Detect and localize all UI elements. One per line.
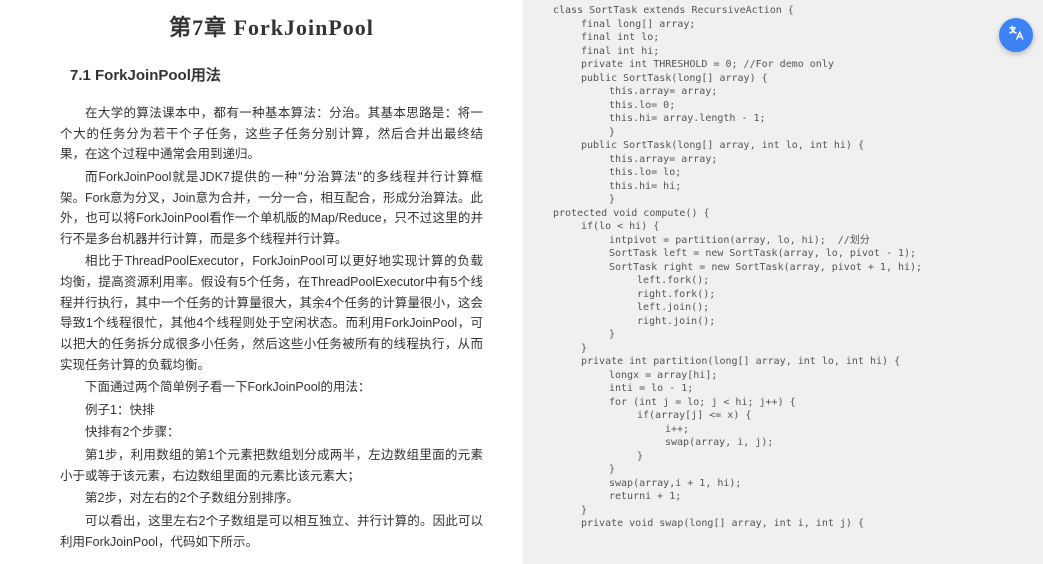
code-line: } — [553, 450, 1035, 464]
code-line: longx = array[hi]; — [553, 369, 1035, 383]
code-line: for (int j = lo; j < hi; j++) { — [553, 396, 1035, 410]
code-line: returni + 1; — [553, 490, 1035, 504]
code-line: right.join(); — [553, 315, 1035, 329]
code-line: intpivot = partition(array, lo, hi); //划… — [553, 234, 1035, 248]
code-line: } — [553, 504, 1035, 518]
code-line: public SortTask(long[] array) { — [553, 72, 1035, 86]
chapter-title: 第7章 ForkJoinPool — [60, 10, 483, 46]
code-line: protected void compute() { — [553, 207, 1035, 221]
code-line: right.fork(); — [553, 288, 1035, 302]
code-line: public SortTask(long[] array, int lo, in… — [553, 139, 1035, 153]
document-left-page: 第7章 ForkJoinPool 7.1 ForkJoinPool用法 在大学的… — [0, 0, 523, 564]
paragraph: 相比于ThreadPoolExecutor，ForkJoinPool可以更好地实… — [60, 251, 483, 375]
paragraph: 快排有2个步骤： — [60, 422, 483, 443]
code-line: final long[] array; — [553, 18, 1035, 32]
code-line: this.lo= 0; — [553, 99, 1035, 113]
code-line: } — [553, 463, 1035, 477]
paragraph: 例子1：快排 — [60, 400, 483, 421]
paragraph: 而ForkJoinPool就是JDK7提供的一种"分治算法"的多线程并行计算框架… — [60, 167, 483, 250]
paragraph: 在大学的算法课本中，都有一种基本算法：分治。其基本思路是：将一个大的任务分为若干… — [60, 103, 483, 165]
translate-icon — [1007, 24, 1025, 47]
code-line: } — [553, 342, 1035, 356]
code-line: final int lo; — [553, 31, 1035, 45]
code-line: swap(array,i + 1, hi); — [553, 477, 1035, 491]
translate-button[interactable] — [999, 18, 1033, 52]
code-line: SortTask left = new SortTask(array, lo, … — [553, 247, 1035, 261]
code-line: SortTask right = new SortTask(array, piv… — [553, 261, 1035, 275]
code-line: i++; — [553, 423, 1035, 437]
code-line: private int partition(long[] array, int … — [553, 355, 1035, 369]
paragraph: 可以看出，这里左右2个子数组是可以相互独立、并行计算的。因此可以利用ForkJo… — [60, 511, 483, 552]
code-line: class SortTask extends RecursiveAction { — [553, 4, 1035, 18]
paragraph: 第2步，对左右的2个子数组分别排序。 — [60, 488, 483, 509]
paragraph: 下面通过两个简单例子看一下ForkJoinPool的用法： — [60, 377, 483, 398]
code-line: inti = lo - 1; — [553, 382, 1035, 396]
code-line: swap(array, i, j); — [553, 436, 1035, 450]
code-line: left.fork(); — [553, 274, 1035, 288]
code-line: } — [553, 126, 1035, 140]
section-title: 7.1 ForkJoinPool用法 — [70, 64, 483, 89]
code-line: private int THRESHOLD = 0; //For demo on… — [553, 58, 1035, 72]
code-line: } — [553, 193, 1035, 207]
code-line: this.array= array; — [553, 153, 1035, 167]
code-line: } — [553, 328, 1035, 342]
code-line: if(lo < hi) { — [553, 220, 1035, 234]
code-line: left.join(); — [553, 301, 1035, 315]
code-line: this.array= array; — [553, 85, 1035, 99]
code-line: if(array[j] <= x) { — [553, 409, 1035, 423]
code-line: this.hi= array.length - 1; — [553, 112, 1035, 126]
document-right-page: class SortTask extends RecursiveAction {… — [523, 0, 1043, 564]
code-line: private void swap(long[] array, int i, i… — [553, 517, 1035, 531]
code-line: this.hi= hi; — [553, 180, 1035, 194]
paragraph: 第1步，利用数组的第1个元素把数组划分成两半，左边数组里面的元素小于或等于该元素… — [60, 445, 483, 486]
code-line: this.lo= lo; — [553, 166, 1035, 180]
code-line: final int hi; — [553, 45, 1035, 59]
